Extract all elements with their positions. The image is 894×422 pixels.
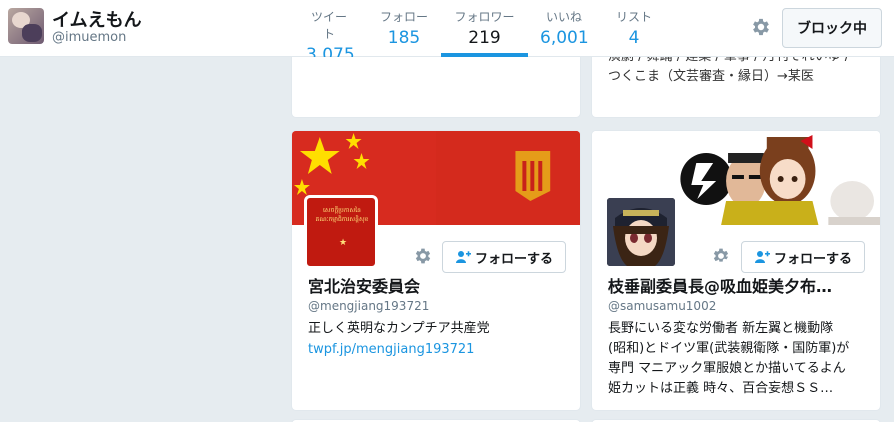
card-display-name[interactable]: 宮北治安委員会	[308, 273, 568, 297]
stat-tweets[interactable]: ツイート 3,075	[306, 8, 355, 65]
card-handle: @samusamu1002	[608, 299, 717, 313]
user-avatar[interactable]	[8, 8, 44, 44]
stat-following[interactable]: フォロー 185	[380, 8, 428, 57]
card-bio-line: 姫カットは正義 時々、百合妄想ＳＳ…	[608, 381, 834, 396]
user-avatar[interactable]	[604, 195, 678, 269]
follow-button[interactable]: フォローする	[741, 241, 865, 273]
stat-followers-label: フォロワー	[454, 10, 515, 24]
card-bio-link[interactable]: twpf.jp/mengjiang193721	[308, 342, 474, 357]
avatar-text-line: គណៈកម្មាធិការសន្តិសុខ	[315, 216, 369, 223]
user-card-partial-left	[291, 57, 581, 118]
user-handle: @imuemon	[52, 30, 127, 45]
card-bio-line: (昭和)とドイツ軍(武装親衛隊・国防軍)が	[608, 341, 850, 356]
card-bio-line: 演劇 / 舞踊 / 建築 / 軍事 / 月刊それいゆ /	[608, 57, 849, 67]
follow-button-label: フォローする	[474, 251, 553, 267]
card-bio: 正しく英明なカンプチア共産党	[308, 321, 490, 336]
gear-icon[interactable]	[413, 246, 433, 266]
follow-person-icon	[754, 251, 770, 263]
user-card[interactable]: សេចក្ដីប្រកាសនៃ គណៈកម្មាធិការសន្តិសុខ ★ …	[291, 130, 581, 411]
gear-icon[interactable]	[750, 16, 772, 38]
profile-nav-bar: イムえもん @imuemon ツイート 3,075 フォロー 185 フォロワー…	[0, 0, 894, 65]
card-handle: @mengjiang193721	[308, 299, 430, 313]
stat-followers[interactable]: フォロワー 219	[441, 8, 528, 57]
card-bio-line: 長野にいる変な労働者 新左翼と機動隊	[608, 321, 834, 336]
avatar-text-line: សេចក្ដីប្រកាសនៃ	[323, 207, 361, 214]
stat-followers-value: 219	[468, 28, 501, 48]
stat-following-label: フォロー	[380, 10, 429, 24]
star-icon: ★	[339, 238, 348, 248]
stat-lists-value: 4	[628, 28, 640, 48]
user-card-partial-right: 演劇 / 舞踊 / 建築 / 軍事 / 月刊それいゆ / つくこま（文芸審査・縁…	[591, 57, 881, 118]
stat-likes[interactable]: いいね 6,001	[540, 8, 589, 57]
gear-icon[interactable]	[711, 246, 731, 266]
user-avatar[interactable]: សេចក្ដីប្រកាសនៃ គណៈកម្មាធិការសន្តិសុខ ★	[304, 195, 378, 269]
stat-lists[interactable]: リスト 4	[614, 8, 654, 57]
card-bio-line: 専門 マニアック軍服娘とか描いてるよん	[608, 361, 846, 376]
stat-following-value: 185	[387, 28, 421, 48]
follow-button-label: フォローする	[773, 251, 852, 267]
follow-button[interactable]: フォローする	[442, 241, 566, 273]
user-card[interactable]: フォローする 枝垂副委員長@吸血姫美夕布… @samusamu1002 長野にい…	[591, 130, 881, 411]
stat-tweets-label: ツイート	[310, 10, 347, 41]
stat-likes-value: 6,001	[540, 28, 589, 48]
card-display-name[interactable]: 枝垂副委員長@吸血姫美夕布…	[608, 273, 870, 297]
avatar-illustration	[607, 198, 675, 266]
card-bio-line: つくこま（文芸審査・縁日）→某医	[608, 69, 814, 84]
user-display-name[interactable]: イムえもん	[52, 6, 142, 32]
stat-likes-label: いいね	[545, 10, 582, 24]
stat-lists-label: リスト	[615, 10, 652, 24]
blocked-button[interactable]: ブロック中	[782, 8, 882, 48]
follow-person-icon	[455, 251, 471, 263]
